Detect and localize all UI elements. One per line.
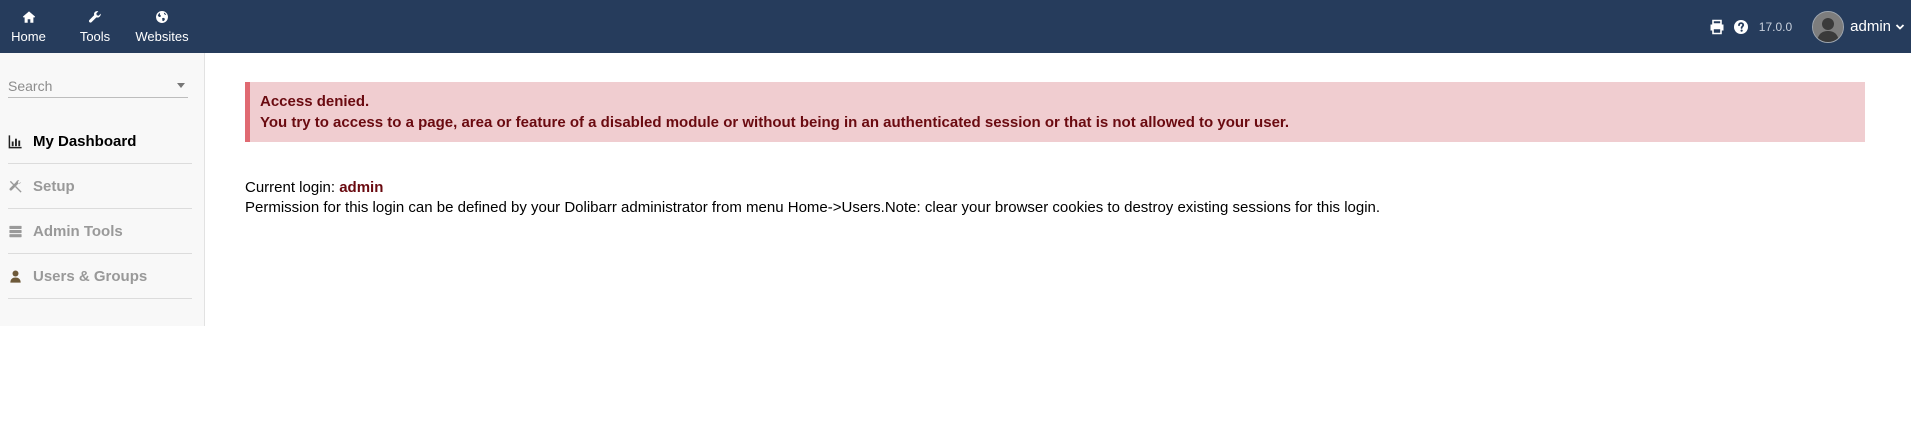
- main-content: Access denied. You try to access to a pa…: [245, 82, 1880, 218]
- alert-title: Access denied.: [260, 93, 370, 110]
- top-right-tools: 17.0.0 admin: [1709, 0, 1911, 53]
- help-icon[interactable]: [1733, 19, 1749, 35]
- main-menu: Home Tools Websites: [0, 0, 191, 53]
- alert-message: You try to access to a page, area or fea…: [260, 114, 1290, 131]
- user-menu[interactable]: admin: [1812, 10, 1911, 43]
- server-icon: [9, 225, 22, 237]
- version-label: 17.0.0: [1758, 19, 1793, 34]
- chevron-down-icon: [1895, 23, 1905, 30]
- sidebar-item-my-dashboard[interactable]: My Dashboard: [8, 119, 192, 164]
- sidebar-item-users-groups[interactable]: Users & Groups: [8, 254, 192, 299]
- avatar-icon: [1812, 10, 1845, 43]
- sidebar-item-admin-tools[interactable]: Admin Tools: [8, 209, 192, 254]
- left-sidebar: My Dashboard Setup Admin Tools Users &: [0, 53, 205, 326]
- avatar-silhouette: [1813, 11, 1844, 42]
- sidebar-item-label: Setup: [33, 177, 75, 195]
- current-login-label: Current login:: [245, 179, 336, 196]
- login-info: Current login: admin Permission for this…: [245, 178, 1880, 218]
- sidebar-menu: My Dashboard Setup Admin Tools Users & G…: [8, 119, 192, 299]
- nav-tools[interactable]: Tools: [57, 0, 133, 53]
- home-icon: [22, 10, 35, 23]
- search-box: [8, 75, 188, 98]
- current-login-line: Current login: admin: [245, 178, 1880, 198]
- sidebar-item-setup[interactable]: Setup: [8, 164, 192, 209]
- nav-home[interactable]: Home: [0, 0, 57, 53]
- error-alert: Access denied. You try to access to a pa…: [245, 82, 1865, 142]
- sidebar-item-label: Users & Groups: [33, 267, 148, 285]
- nav-websites[interactable]: Websites: [133, 0, 191, 53]
- sidebar-item-label: Admin Tools: [33, 222, 123, 240]
- caret-down-icon[interactable]: [176, 82, 186, 90]
- sidebar-item-label: My Dashboard: [33, 132, 137, 150]
- nav-websites-label: Websites: [135, 28, 189, 44]
- globe-icon: [156, 10, 168, 23]
- permission-note: Permission for this login can be defined…: [245, 199, 1381, 216]
- nav-home-label: Home: [11, 28, 46, 44]
- nav-tools-label: Tools: [79, 28, 111, 44]
- bar-chart-icon: [8, 134, 22, 148]
- user-icon: [10, 270, 21, 283]
- wrench-icon: [88, 10, 101, 23]
- user-name: admin: [1850, 18, 1891, 35]
- printer-icon[interactable]: [1709, 19, 1725, 35]
- search-input[interactable]: [8, 75, 158, 97]
- top-navigation-bar: Home Tools Websites 17.0.0 admin: [0, 0, 1911, 53]
- current-login-value: admin: [339, 179, 384, 196]
- tools-icon: [9, 179, 22, 193]
